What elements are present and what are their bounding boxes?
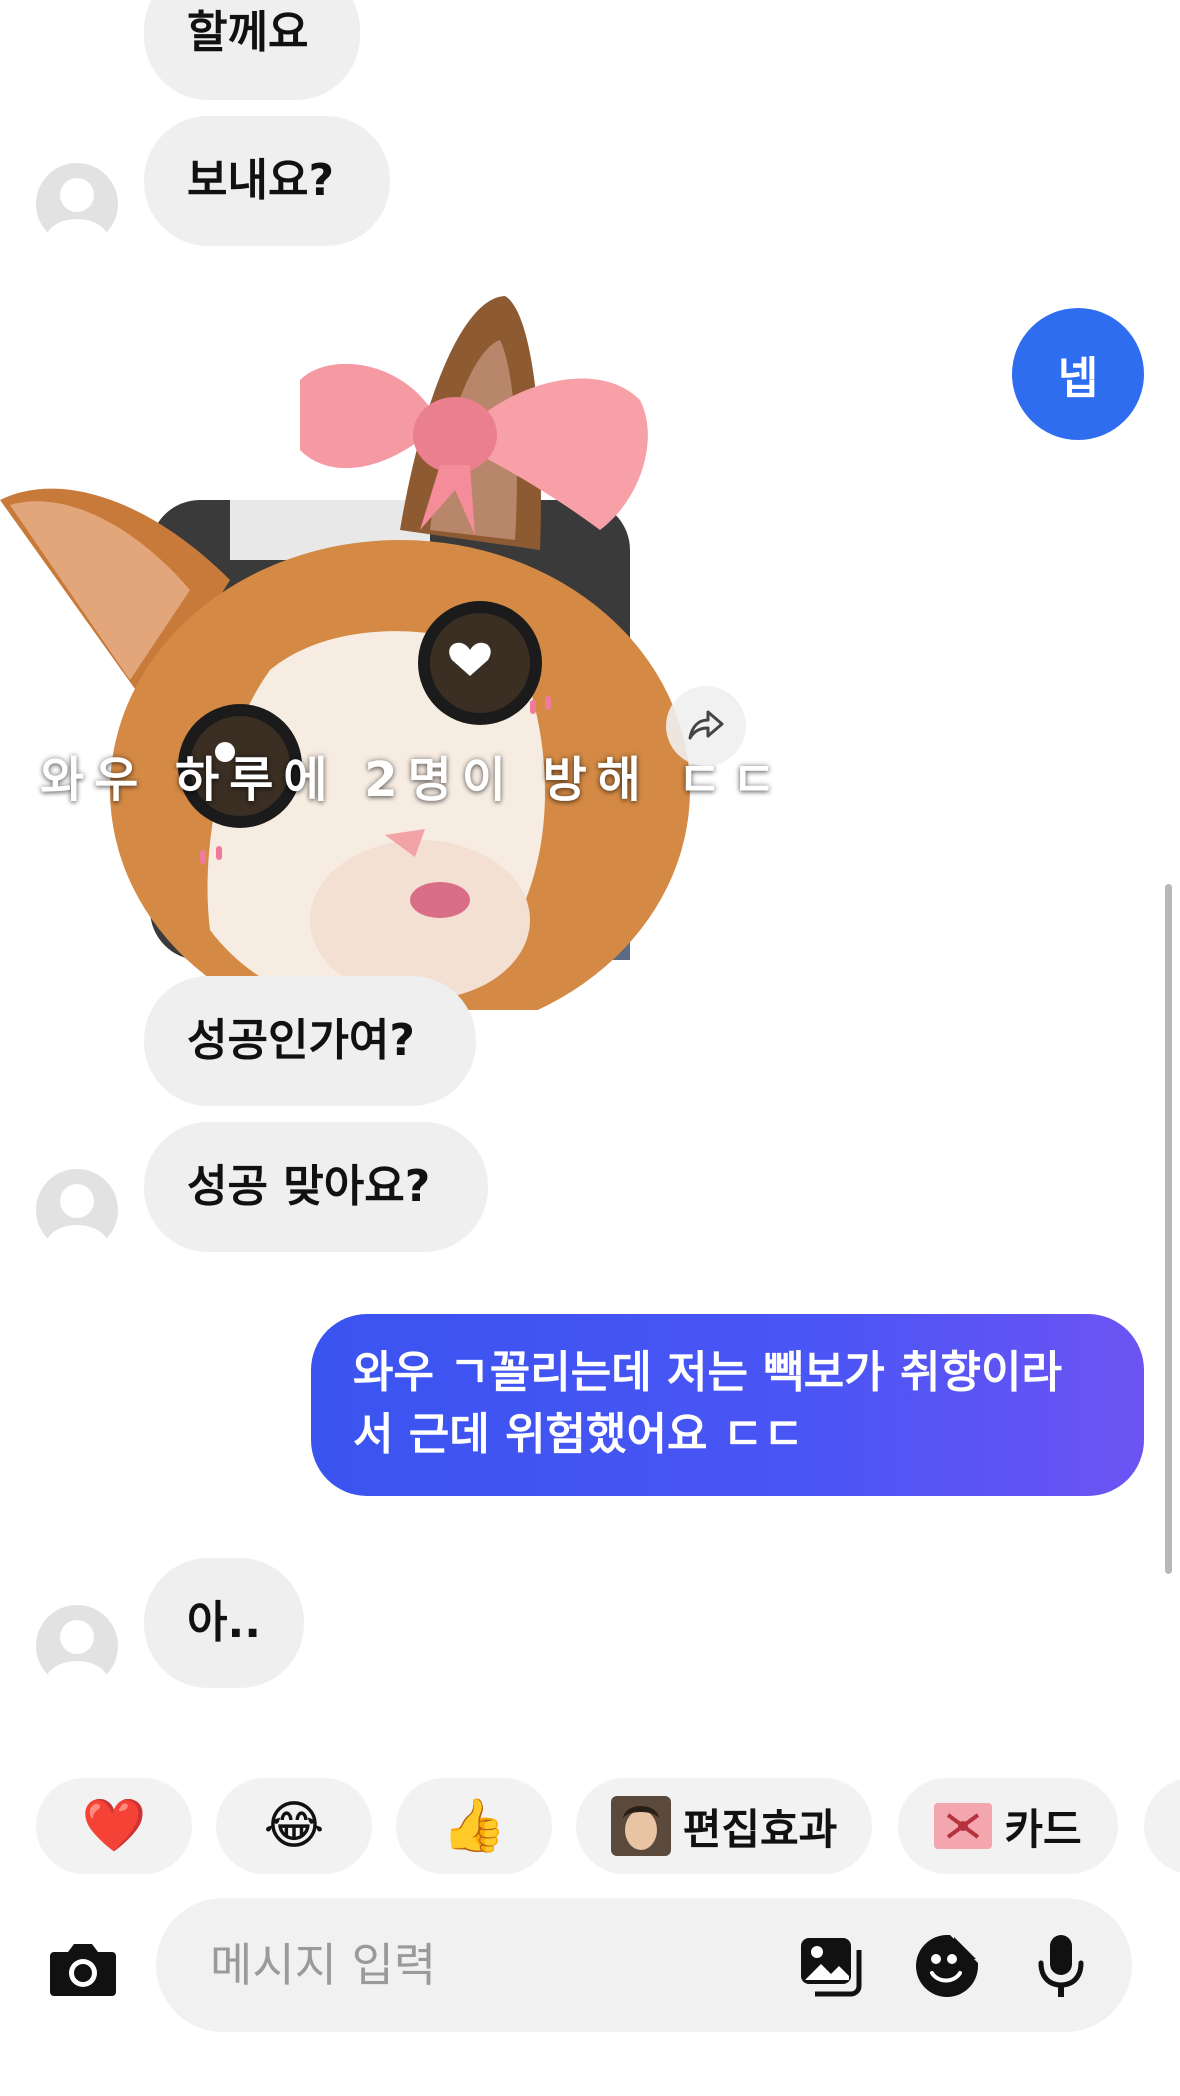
laugh-reaction-button[interactable]: 😂 <box>216 1778 372 1874</box>
microphone-button[interactable] <box>1026 1931 1096 2001</box>
camera-icon <box>50 1944 116 1996</box>
thumbs-up-icon: 👍 <box>441 1796 507 1856</box>
message-text: 와우 ㄱ꼴리는데 저는 빽보가 취향이라서 근데 위험했어요 ㄷㄷ <box>353 1347 1062 1460</box>
incoming-message[interactable]: 성공인가여? <box>144 976 476 1106</box>
sticker-icon <box>916 1935 978 1997</box>
gallery-icon <box>801 1938 862 1997</box>
message-text: 보내요? <box>187 155 334 206</box>
heart-icon: ❤️ <box>81 1796 147 1856</box>
effects-label: 편집효과 <box>682 1804 838 1854</box>
effects-button[interactable]: 편집효과 <box>576 1778 872 1874</box>
face-thumbnail-icon <box>610 1796 671 1856</box>
cat-sticker-image[interactable] <box>0 290 830 1010</box>
message-text: 성공인가여? <box>187 1015 415 1066</box>
sender-avatar[interactable] <box>36 163 118 245</box>
outgoing-message[interactable]: 와우 ㄱ꼴리는데 저는 빽보가 취향이라서 근데 위험했어요 ㄷㄷ <box>311 1314 1144 1496</box>
quick-action-bar: ❤️ 😂 👍 편집효과 카드 <box>0 1778 1180 1874</box>
scrollbar[interactable] <box>1165 884 1172 1574</box>
share-arrow-icon <box>688 710 724 740</box>
message-text: 할께요 <box>187 7 309 58</box>
message-input[interactable] <box>210 1898 730 2032</box>
incoming-message[interactable]: 할께요 <box>144 0 360 100</box>
laughing-tears-icon: 😂 <box>263 1796 325 1856</box>
message-text: 넵 <box>1057 353 1099 404</box>
card-button[interactable]: 카드 <box>898 1778 1118 1874</box>
gallery-button[interactable] <box>796 1931 866 2001</box>
microphone-icon <box>1038 1935 1084 1997</box>
sender-avatar[interactable] <box>36 1169 118 1251</box>
sender-avatar[interactable] <box>36 1605 118 1687</box>
card-label: 카드 <box>1004 1804 1082 1854</box>
heart-reaction-button[interactable]: ❤️ <box>36 1778 192 1874</box>
chat-screen: 할께요 보내요? 넵 와우 하루에 2명이 방해 ㄷㄷ 성공인가여? 성공 맞아… <box>0 0 1180 2096</box>
camera-button[interactable] <box>40 1925 126 2011</box>
share-button[interactable] <box>666 686 746 766</box>
sticker-button[interactable] <box>912 1931 982 2001</box>
incoming-message[interactable]: 성공 맞아요? <box>144 1122 488 1252</box>
more-chip[interactable] <box>1144 1778 1180 1874</box>
message-text: 아.. <box>187 1597 261 1648</box>
message-text: 성공 맞아요? <box>187 1161 431 1212</box>
outgoing-message[interactable]: 넵 <box>1012 308 1144 440</box>
gift-card-icon <box>934 1803 993 1849</box>
thumbs-up-reaction-button[interactable]: 👍 <box>396 1778 552 1874</box>
message-composer <box>156 1898 1132 2032</box>
incoming-message[interactable]: 아.. <box>144 1558 304 1688</box>
incoming-message[interactable]: 보내요? <box>144 116 390 246</box>
